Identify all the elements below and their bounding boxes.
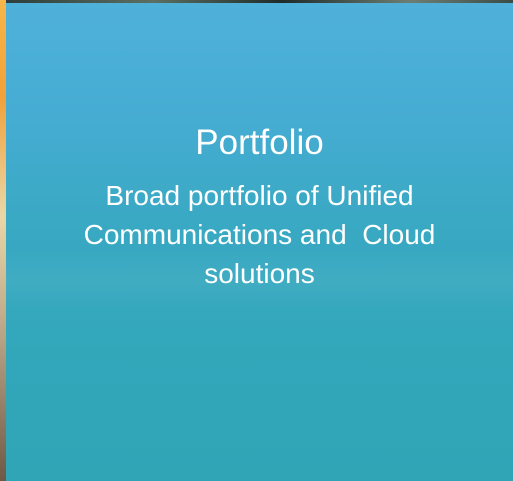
- portfolio-card: Portfolio Broad portfolio of Unified Com…: [0, 0, 513, 481]
- background-photo-top-edge: [0, 0, 513, 3]
- description-line-1: Broad portfolio of Unified: [105, 180, 414, 211]
- card-title: Portfolio: [195, 123, 324, 162]
- description-line-3: solutions: [204, 258, 315, 289]
- card-description: Broad portfolio of Unified Communication…: [40, 176, 480, 293]
- description-line-2: Communications and Cloud: [83, 219, 436, 250]
- card-content: Portfolio Broad portfolio of Unified Com…: [6, 120, 513, 293]
